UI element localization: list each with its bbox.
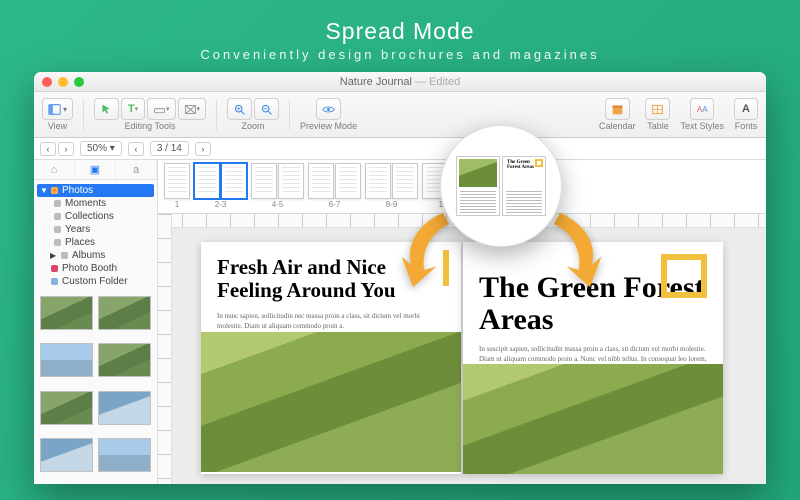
- pointer-icon: [100, 103, 113, 116]
- page-thumb[interactable]: 8-9: [365, 163, 418, 209]
- magnifier-callout: The Green Forest Areas: [440, 125, 562, 247]
- toolbar-zoom-group: Zoom: [227, 98, 279, 131]
- thumbnail[interactable]: [98, 391, 151, 425]
- thumbnail[interactable]: [98, 296, 151, 330]
- eye-icon: [322, 103, 335, 116]
- fonts-button[interactable]: A: [734, 98, 758, 120]
- frame-tool-button[interactable]: ▾: [178, 98, 207, 120]
- page-thumb[interactable]: 4-5: [251, 163, 304, 209]
- toolbar-calendar-group: Calendar: [599, 98, 636, 131]
- tree-albums[interactable]: ▶Albums: [40, 249, 151, 262]
- page-next-button[interactable]: ›: [195, 142, 211, 156]
- zoom-out-icon: [260, 103, 273, 116]
- zoom-in-button[interactable]: [227, 98, 252, 120]
- toolbar-preview-group: Preview Mode: [300, 98, 357, 131]
- thumbnail[interactable]: [40, 391, 93, 425]
- thumbnail[interactable]: [40, 438, 93, 472]
- tab-text-icon[interactable]: a: [116, 160, 157, 179]
- tree-places[interactable]: Places: [40, 236, 151, 249]
- ruler-vertical: [158, 214, 172, 484]
- tree-years[interactable]: Years: [40, 223, 151, 236]
- promo-title: Spread Mode: [0, 18, 800, 45]
- decoration: [661, 254, 707, 298]
- body-left: In nunc sapien, sollicitudin nec massa p…: [217, 312, 445, 332]
- source-tabs: ⌂ ▣ a: [34, 160, 157, 180]
- promo-banner: Spread Mode Conveniently design brochure…: [0, 0, 800, 70]
- zoom-out-button[interactable]: [254, 98, 279, 120]
- titlebar[interactable]: Nature Journal — Edited: [34, 72, 766, 92]
- toolbar-styles-group: AA Text Styles: [680, 98, 724, 131]
- image-placeholder: [463, 364, 723, 474]
- toolbar-fonts-group: A Fonts: [734, 98, 758, 131]
- page-field[interactable]: 3 / 14: [150, 141, 189, 156]
- tab-photos-icon[interactable]: ▣: [75, 160, 116, 179]
- toolbar-table-group: Table: [645, 98, 670, 131]
- subtoolbar: ‹ › 50% ▾ ‹ 3 / 14 ›: [34, 138, 766, 160]
- table-icon: [651, 103, 664, 116]
- image-placeholder: [201, 332, 461, 472]
- page-prev-button[interactable]: ‹: [128, 142, 144, 156]
- calendar-icon: [611, 103, 624, 116]
- page-thumb[interactable]: 6-7: [308, 163, 361, 209]
- pointer-tool-button[interactable]: [94, 98, 119, 120]
- tab-home-icon[interactable]: ⌂: [34, 160, 75, 179]
- view-button[interactable]: ▾: [42, 98, 73, 120]
- canvas[interactable]: Fresh Air and Nice Feeling Around You In…: [158, 214, 766, 484]
- sidebar: ⌂ ▣ a ▼Photos Moments Collections Years …: [34, 160, 158, 484]
- zoom-field[interactable]: 50% ▾: [80, 141, 122, 156]
- thumbnail[interactable]: [40, 296, 93, 330]
- toolbar: ▾ View T▾ ▾ ▾ Editing Tools Zoom: [34, 92, 766, 138]
- toolbar-editing-group: T▾ ▾ ▾ Editing Tools: [94, 98, 206, 131]
- source-tree: ▼Photos Moments Collections Years Places…: [34, 180, 157, 292]
- toolbar-view-group: ▾ View: [42, 98, 73, 131]
- tree-photos[interactable]: ▼Photos: [37, 184, 154, 197]
- shape-tool-button[interactable]: ▾: [147, 98, 176, 120]
- calendar-button[interactable]: [605, 98, 630, 120]
- frame-icon: [184, 103, 197, 116]
- table-button[interactable]: [645, 98, 670, 120]
- thumbnail[interactable]: [98, 343, 151, 377]
- promo-subtitle: Conveniently design brochures and magazi…: [0, 47, 800, 62]
- photo-thumbnails: [34, 292, 157, 484]
- shape-icon: [153, 103, 166, 116]
- layout-icon: [48, 103, 61, 116]
- tree-moments[interactable]: Moments: [40, 197, 151, 210]
- zoom-in-icon: [233, 103, 246, 116]
- tree-collections[interactable]: Collections: [40, 210, 151, 223]
- back-button[interactable]: ‹: [40, 142, 56, 156]
- thumbnail[interactable]: [40, 343, 93, 377]
- page-thumb[interactable]: 2-3: [194, 163, 247, 209]
- tree-custom[interactable]: Custom Folder: [40, 275, 151, 288]
- mini-page-right: The Green Forest Areas: [502, 156, 546, 216]
- preview-button[interactable]: [316, 98, 341, 120]
- tree-photobooth[interactable]: Photo Booth: [40, 262, 151, 275]
- mini-page-left: [456, 156, 500, 216]
- page-thumb[interactable]: 1: [164, 163, 190, 209]
- text-styles-button[interactable]: AA: [690, 98, 714, 120]
- forward-button[interactable]: ›: [58, 142, 74, 156]
- page-nav: ‹: [128, 142, 144, 156]
- history-nav: ‹ ›: [40, 142, 74, 156]
- window-title: Nature Journal — Edited: [34, 76, 766, 88]
- text-tool-button[interactable]: T▾: [121, 98, 145, 120]
- thumbnail[interactable]: [98, 438, 151, 472]
